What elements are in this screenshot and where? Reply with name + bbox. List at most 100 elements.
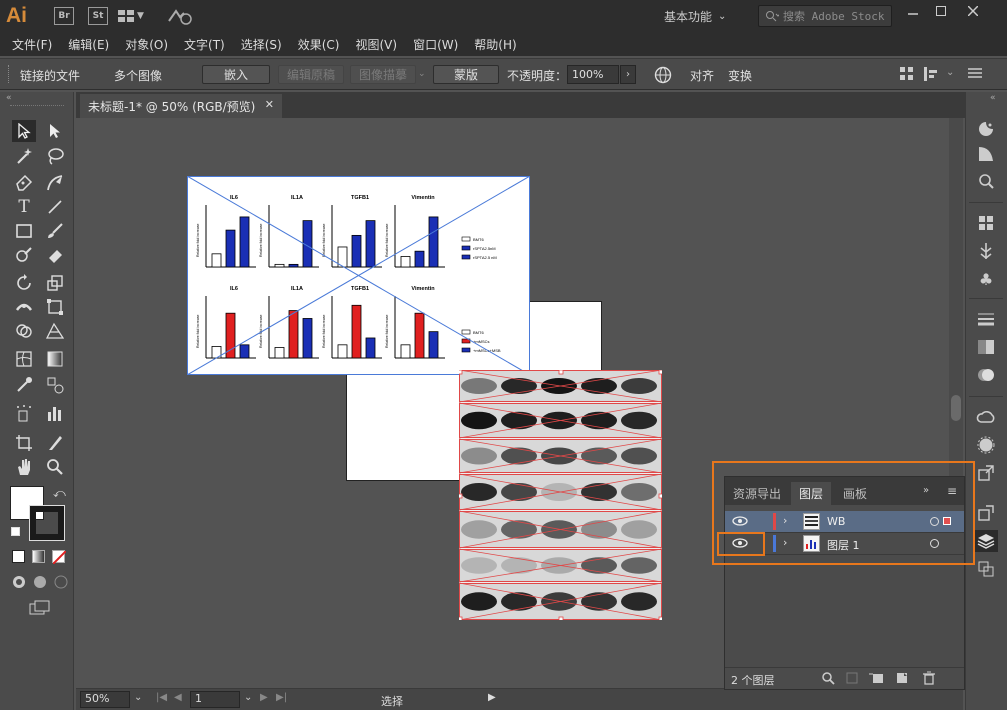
- blend-tool-icon[interactable]: [43, 374, 67, 396]
- shaper-tool-icon[interactable]: [12, 244, 36, 266]
- toolbar-grip[interactable]: [10, 105, 64, 108]
- workspace-switcher[interactable]: 基本功能 ⌄: [664, 5, 746, 27]
- chevron-down-icon[interactable]: ⌄: [244, 692, 252, 703]
- distribute-icon[interactable]: [924, 67, 940, 81]
- align-link[interactable]: 对齐: [690, 67, 714, 84]
- mesh-tool-icon[interactable]: [12, 348, 36, 370]
- club-symbol-icon[interactable]: ♣: [974, 268, 998, 290]
- zoom-input[interactable]: 50%: [80, 691, 130, 708]
- shape-builder-tool-icon[interactable]: [12, 320, 36, 342]
- direct-selection-tool-icon[interactable]: [43, 120, 67, 142]
- width-tool-icon[interactable]: [12, 296, 36, 318]
- gradient-tool-icon[interactable]: [43, 348, 67, 370]
- draw-inside-icon[interactable]: [54, 575, 68, 589]
- libraries-icon[interactable]: [974, 212, 998, 234]
- rectangle-tool-icon[interactable]: [12, 220, 36, 242]
- artboard-number-input[interactable]: 1: [190, 691, 240, 708]
- chevron-down-icon[interactable]: ⌄: [418, 69, 426, 79]
- stroke-panel-icon[interactable]: [974, 308, 998, 330]
- status-menu-icon[interactable]: ▶: [488, 692, 496, 703]
- perspective-grid-tool-icon[interactable]: [43, 320, 67, 342]
- column-graph-tool-icon[interactable]: [43, 402, 67, 424]
- minimize-button[interactable]: [898, 1, 928, 21]
- menu-file[interactable]: 文件(F): [12, 36, 52, 53]
- creative-cloud-icon[interactable]: [974, 406, 998, 428]
- pen-tool-icon[interactable]: [12, 172, 36, 194]
- stroke-swatch[interactable]: [29, 505, 65, 541]
- locate-object-icon[interactable]: [821, 671, 835, 685]
- last-artboard-icon[interactable]: ▶|: [276, 692, 287, 703]
- placed-image-western-blot[interactable]: [459, 370, 662, 620]
- expand-panels-icon[interactable]: «: [990, 93, 996, 103]
- menu-edit[interactable]: 编辑(E): [68, 36, 109, 53]
- previous-artboard-icon[interactable]: ◀: [174, 692, 182, 703]
- opacity-input[interactable]: 100%: [567, 65, 619, 84]
- stock-search-input[interactable]: 搜索 Adobe Stock: [758, 5, 892, 27]
- scrollbar-thumb[interactable]: [951, 395, 961, 421]
- gradient-panel-icon[interactable]: [974, 336, 998, 358]
- menu-window[interactable]: 窗口(W): [413, 36, 458, 53]
- paintbrush-tool-icon[interactable]: [43, 220, 67, 242]
- edit-original-button[interactable]: 编辑原稿: [278, 65, 344, 84]
- hand-tool-icon[interactable]: [12, 456, 36, 478]
- stock-button[interactable]: St: [88, 7, 108, 25]
- symbol-sprayer-tool-icon[interactable]: [12, 402, 36, 424]
- appearance-icon[interactable]: [974, 434, 998, 456]
- document-tab[interactable]: 未标题-1* @ 50% (RGB/预览) ✕: [80, 94, 282, 118]
- magic-wand-tool-icon[interactable]: [12, 145, 36, 167]
- chevron-down-icon[interactable]: ⌄: [134, 692, 142, 703]
- artboards-icon[interactable]: [974, 558, 998, 580]
- mask-button[interactable]: 蒙版: [433, 65, 499, 84]
- layers-icon[interactable]: [974, 530, 998, 552]
- arrange-documents-button[interactable]: ▼: [118, 10, 144, 22]
- lasso-tool-icon[interactable]: [43, 145, 67, 167]
- screen-mode-icon[interactable]: [29, 600, 51, 616]
- image-trace-button[interactable]: 图像描摹: [350, 65, 416, 84]
- scale-tool-icon[interactable]: [43, 272, 67, 294]
- curvature-tool-icon[interactable]: [43, 172, 67, 194]
- menu-effect[interactable]: 效果(C): [298, 36, 340, 53]
- next-artboard-icon[interactable]: ▶: [260, 692, 268, 703]
- eyedropper-tool-icon[interactable]: [12, 374, 36, 396]
- gpu-performance-icon[interactable]: [166, 7, 192, 25]
- close-icon[interactable]: ✕: [265, 98, 274, 111]
- maximize-button[interactable]: [926, 1, 956, 21]
- rotate-tool-icon[interactable]: [12, 272, 36, 294]
- brushes-icon[interactable]: [974, 240, 998, 262]
- export-icon[interactable]: [974, 502, 998, 524]
- zoom-tool-icon[interactable]: [43, 456, 67, 478]
- chevron-down-icon[interactable]: ⌄: [946, 67, 954, 78]
- gradient-mode-icon[interactable]: [32, 550, 45, 563]
- color-mode-icon[interactable]: [12, 550, 25, 563]
- grip-handle[interactable]: [8, 65, 11, 83]
- type-tool-icon[interactable]: T: [12, 196, 36, 218]
- grid-align-icon[interactable]: [900, 67, 914, 81]
- bridge-button[interactable]: Br: [54, 7, 74, 25]
- menu-type[interactable]: 文字(T): [184, 36, 225, 53]
- chevron-right-icon[interactable]: ›: [620, 65, 636, 84]
- clipping-mask-icon[interactable]: [845, 671, 859, 685]
- menu-help[interactable]: 帮助(H): [474, 36, 516, 53]
- slice-tool-icon[interactable]: [43, 432, 67, 454]
- new-layer-icon[interactable]: [895, 671, 909, 685]
- globe-icon[interactable]: [654, 66, 672, 84]
- close-button[interactable]: [958, 1, 988, 21]
- swap-fill-stroke-icon[interactable]: ⤺: [53, 486, 66, 501]
- menu-object[interactable]: 对象(O): [125, 36, 168, 53]
- symbols-icon[interactable]: [974, 170, 998, 192]
- trash-icon[interactable]: [923, 671, 935, 685]
- default-fill-stroke-icon[interactable]: [11, 527, 20, 536]
- menu-select[interactable]: 选择(S): [241, 36, 282, 53]
- draw-behind-icon[interactable]: [33, 575, 47, 589]
- linked-file-link[interactable]: 链接的文件: [20, 67, 80, 84]
- free-transform-tool-icon[interactable]: [43, 296, 67, 318]
- draw-normal-icon[interactable]: [12, 575, 26, 589]
- color-guide-icon[interactable]: [974, 118, 998, 140]
- artboard-tool-icon[interactable]: [12, 432, 36, 454]
- transform-link[interactable]: 变换: [728, 67, 752, 84]
- swatches-icon[interactable]: [974, 143, 998, 165]
- embed-button[interactable]: 嵌入: [202, 65, 270, 84]
- transparency-icon[interactable]: [974, 364, 998, 386]
- collapse-toolbar-icon[interactable]: «: [6, 93, 12, 103]
- asset-export-icon[interactable]: [974, 462, 998, 484]
